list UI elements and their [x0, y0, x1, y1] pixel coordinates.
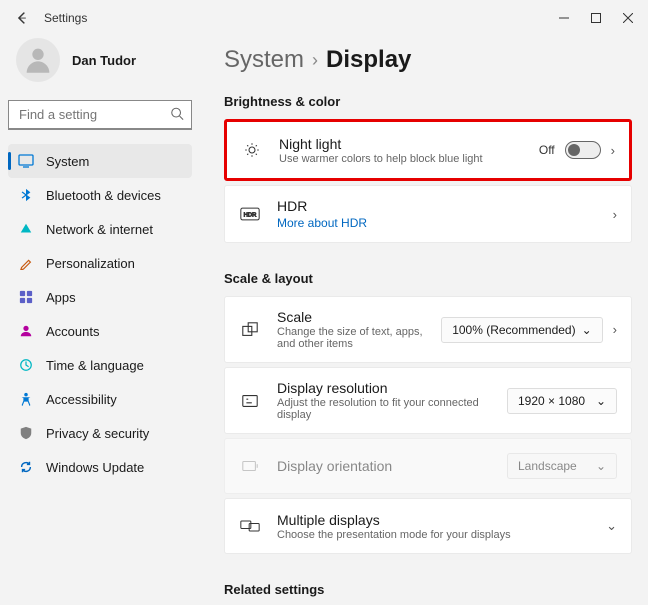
nav-label: Apps	[46, 290, 76, 305]
nav-label: System	[46, 154, 89, 169]
hdr-link[interactable]: More about HDR	[277, 216, 613, 230]
minimize-button[interactable]	[548, 4, 580, 32]
update-icon	[18, 459, 34, 475]
minimize-icon	[559, 13, 569, 23]
panel-title: Multiple displays	[277, 512, 606, 528]
toggle-state-label: Off	[539, 143, 555, 157]
search-input-wrapper	[8, 100, 192, 130]
highlight-annotation: Night light Use warmer colors to help bl…	[224, 119, 632, 181]
orientation-icon	[239, 457, 261, 475]
panel-night-light[interactable]: Night light Use warmer colors to help bl…	[227, 122, 629, 178]
resolution-dropdown[interactable]: 1920 × 1080 ⌄	[507, 388, 617, 414]
breadcrumb-parent[interactable]: System	[224, 46, 304, 74]
night-light-toggle[interactable]	[565, 141, 601, 159]
panel-subtitle: Use warmer colors to help block blue lig…	[279, 153, 539, 165]
dropdown-value: Landscape	[518, 459, 577, 473]
breadcrumb-current: Display	[326, 46, 411, 74]
panel-hdr[interactable]: HDR HDR More about HDR ›	[224, 185, 632, 243]
hdr-icon: HDR	[239, 207, 261, 221]
close-button[interactable]	[612, 4, 644, 32]
nav-network[interactable]: Network & internet	[8, 212, 192, 246]
chevron-right-icon: ›	[611, 143, 615, 158]
section-brightness: Brightness & color	[224, 94, 632, 109]
privacy-icon	[18, 425, 34, 441]
svg-text:HDR: HDR	[244, 213, 257, 219]
panel-subtitle: Choose the presentation mode for your di…	[277, 529, 606, 541]
user-name: Dan Tudor	[72, 53, 136, 68]
scale-icon	[239, 321, 261, 339]
system-icon	[18, 153, 34, 169]
search-input[interactable]	[8, 100, 192, 130]
nav-label: Bluetooth & devices	[46, 188, 161, 203]
personalization-icon	[18, 255, 34, 271]
nav-bluetooth[interactable]: Bluetooth & devices	[8, 178, 192, 212]
dropdown-value: 1920 × 1080	[518, 394, 585, 408]
chevron-down-icon: ⌄	[596, 394, 606, 408]
nav-privacy[interactable]: Privacy & security	[8, 416, 192, 450]
nav-label: Privacy & security	[46, 426, 149, 441]
nav-label: Network & internet	[46, 222, 153, 237]
arrow-left-icon	[15, 11, 29, 25]
orientation-dropdown: Landscape ⌄	[507, 453, 617, 479]
panel-subtitle: Change the size of text, apps, and other…	[277, 326, 441, 350]
panel-multiple-displays[interactable]: Multiple displays Choose the presentatio…	[224, 498, 632, 554]
panel-orientation: Display orientation Landscape ⌄	[224, 438, 632, 494]
bluetooth-icon	[18, 187, 34, 203]
maximize-icon	[591, 13, 601, 23]
panel-scale[interactable]: Scale Change the size of text, apps, and…	[224, 296, 632, 363]
panel-title: Night light	[279, 136, 539, 152]
chevron-down-icon: ⌄	[582, 323, 592, 337]
nav-accessibility[interactable]: Accessibility	[8, 382, 192, 416]
back-button[interactable]	[12, 8, 32, 28]
nav-apps[interactable]: Apps	[8, 280, 192, 314]
nav-label: Windows Update	[46, 460, 144, 475]
nav-list: System Bluetooth & devices Network & int…	[8, 144, 192, 484]
panel-title: Display orientation	[277, 458, 507, 474]
chevron-right-icon: ›	[613, 207, 617, 222]
accessibility-icon	[18, 391, 34, 407]
chevron-down-icon: ⌄	[606, 518, 617, 534]
nav-system[interactable]: System	[8, 144, 192, 178]
person-icon	[21, 43, 55, 77]
network-icon	[18, 221, 34, 237]
maximize-button[interactable]	[580, 4, 612, 32]
apps-icon	[18, 289, 34, 305]
breadcrumb: System › Display	[224, 46, 632, 74]
nav-label: Personalization	[46, 256, 135, 271]
avatar	[16, 38, 60, 82]
time-icon	[18, 357, 34, 373]
multiple-displays-icon	[239, 518, 261, 534]
scale-dropdown[interactable]: 100% (Recommended) ⌄	[441, 317, 602, 343]
nav-label: Time & language	[46, 358, 144, 373]
search-icon	[170, 107, 184, 124]
nav-label: Accounts	[46, 324, 99, 339]
section-related: Related settings	[224, 582, 632, 597]
chevron-right-icon: ›	[312, 50, 318, 71]
night-light-icon	[241, 141, 263, 159]
dropdown-value: 100% (Recommended)	[452, 323, 575, 337]
chevron-down-icon: ⌄	[596, 459, 606, 473]
nav-accounts[interactable]: Accounts	[8, 314, 192, 348]
panel-title: Display resolution	[277, 380, 507, 396]
close-icon	[623, 13, 633, 23]
nav-update[interactable]: Windows Update	[8, 450, 192, 484]
user-profile[interactable]: Dan Tudor	[8, 36, 192, 100]
nav-time[interactable]: Time & language	[8, 348, 192, 382]
panel-subtitle: Adjust the resolution to fit your connec…	[277, 397, 507, 421]
resolution-icon	[239, 392, 261, 410]
panel-resolution[interactable]: Display resolution Adjust the resolution…	[224, 367, 632, 434]
panel-title: HDR	[277, 198, 613, 214]
section-scale: Scale & layout	[224, 271, 632, 286]
chevron-right-icon: ›	[613, 322, 617, 337]
accounts-icon	[18, 323, 34, 339]
nav-personalization[interactable]: Personalization	[8, 246, 192, 280]
panel-title: Scale	[277, 309, 441, 325]
nav-label: Accessibility	[46, 392, 117, 407]
app-title: Settings	[44, 11, 87, 25]
